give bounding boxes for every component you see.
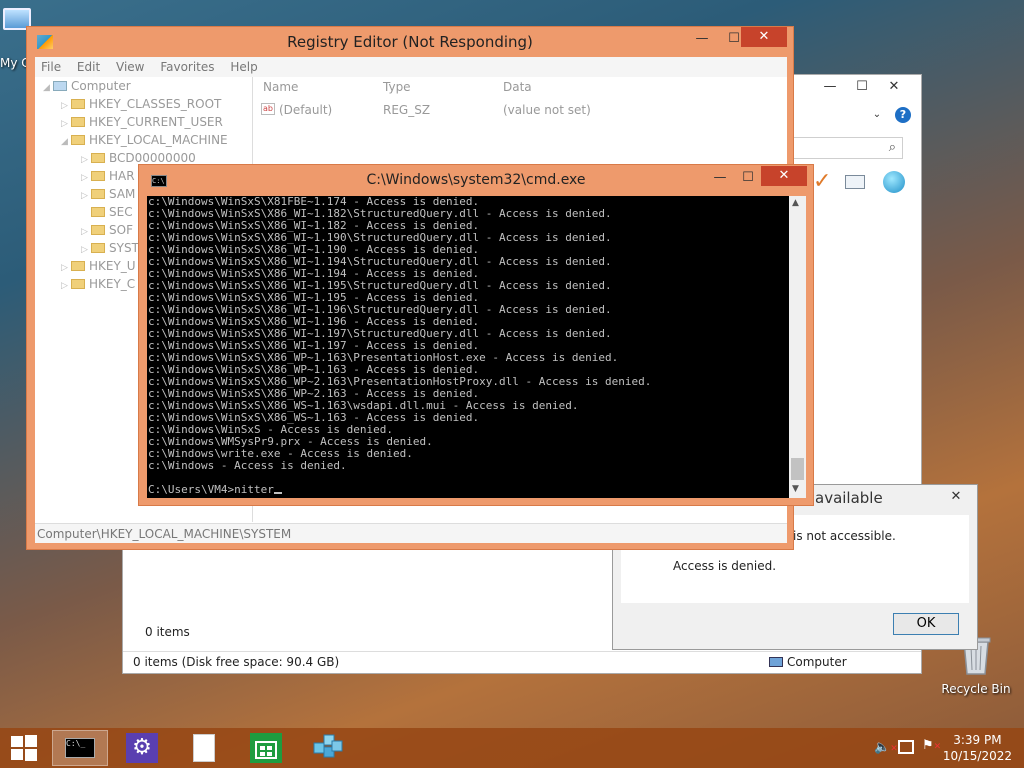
chevron-down-icon[interactable]: ⌄ bbox=[867, 105, 887, 125]
close-button[interactable]: ✕ bbox=[761, 166, 807, 186]
folder-icon bbox=[91, 189, 105, 199]
menu-edit[interactable]: Edit bbox=[71, 57, 106, 77]
menu-bar: File Edit View Favorites Help bbox=[35, 57, 787, 77]
tree-item-hkcc[interactable]: ▷ HKEY_C bbox=[61, 275, 135, 293]
computer-icon bbox=[769, 657, 783, 667]
scroll-thumb[interactable] bbox=[791, 458, 804, 480]
start-button[interactable] bbox=[0, 730, 48, 766]
regedit-title: Registry Editor (Not Responding) bbox=[287, 33, 533, 51]
volume-muted-icon[interactable]: 🔈✕ bbox=[874, 740, 898, 755]
vertical-scrollbar[interactable]: ▲ ▼ bbox=[789, 196, 806, 498]
toolbar-globe-icon[interactable] bbox=[883, 171, 905, 193]
clock-time: 3:39 PM bbox=[953, 733, 1002, 747]
ok-button[interactable]: OK bbox=[893, 613, 959, 635]
search-icon: ⌕ bbox=[888, 140, 896, 155]
document-icon bbox=[193, 734, 215, 762]
minimize-button[interactable]: — bbox=[705, 168, 735, 188]
folder-icon bbox=[91, 153, 105, 163]
menu-favorites[interactable]: Favorites bbox=[154, 57, 220, 77]
store-icon bbox=[250, 733, 282, 763]
menu-file[interactable]: File bbox=[35, 57, 67, 77]
explorer-status-bar: 0 items (Disk free space: 90.4 GB) Compu… bbox=[123, 651, 921, 673]
console-line: c:\Windows - Access is denied. bbox=[148, 459, 347, 472]
system-clock[interactable]: 3:39 PM 10/15/2022 bbox=[943, 732, 1012, 764]
scroll-down-icon[interactable]: ▼ bbox=[792, 484, 799, 494]
folder-icon bbox=[91, 225, 105, 235]
desktop-icon-label: Recycle Bin bbox=[941, 682, 1011, 696]
dialog-detail: Access is denied. bbox=[673, 559, 777, 573]
value-row[interactable]: ab (Default) REG_SZ (value not set) bbox=[261, 101, 781, 119]
maximize-button[interactable]: ☐ bbox=[847, 77, 877, 97]
tree-item-hkcu[interactable]: ▷ HKEY_CURRENT_USER bbox=[61, 113, 223, 131]
tree-item-security[interactable]: SEC bbox=[81, 203, 133, 221]
folder-icon bbox=[91, 171, 105, 181]
dialog-title: available bbox=[815, 489, 883, 507]
dialog-close-button[interactable]: ✕ bbox=[941, 487, 971, 507]
tree-item-hkcr[interactable]: ▷ HKEY_CLASSES_ROOT bbox=[61, 95, 221, 113]
taskbar: C:\_ ⚙ 🔈✕ ⚑✕ 3:39 PM 10/15/2022 bbox=[0, 728, 1024, 768]
taskbar-settings[interactable]: ⚙ bbox=[114, 730, 170, 766]
close-button[interactable]: ✕ bbox=[741, 27, 787, 47]
dialog-message: is not accessible. bbox=[793, 529, 896, 543]
expand-arrow-icon: ◢ bbox=[43, 83, 50, 93]
menu-view[interactable]: View bbox=[110, 57, 150, 77]
status-location: Computer bbox=[787, 655, 847, 669]
folder-icon bbox=[91, 243, 105, 253]
computer-icon bbox=[53, 81, 67, 91]
column-header-name[interactable]: Name bbox=[263, 80, 298, 94]
console-line: C:\Users\VM4>nitter bbox=[148, 483, 274, 496]
network-icon[interactable] bbox=[898, 740, 914, 754]
collapse-arrow-icon: ▷ bbox=[61, 281, 68, 291]
close-button[interactable]: ✕ bbox=[879, 77, 909, 97]
taskbar-notepad[interactable] bbox=[176, 730, 232, 766]
folder-icon bbox=[71, 279, 85, 289]
minimize-button[interactable]: — bbox=[687, 29, 717, 49]
tree-item-hklm[interactable]: ◢ HKEY_LOCAL_MACHINE bbox=[61, 131, 228, 149]
menu-help[interactable]: Help bbox=[224, 57, 263, 77]
toolbar-properties-icon[interactable] bbox=[845, 175, 865, 189]
items-count: 0 items bbox=[145, 625, 190, 639]
maximize-button[interactable]: ☐ bbox=[733, 168, 763, 188]
clock-date: 10/15/2022 bbox=[942, 749, 1012, 763]
taskbar-store[interactable] bbox=[238, 730, 294, 766]
folder-icon bbox=[71, 261, 85, 271]
regedit-titlebar[interactable]: Registry Editor (Not Responding) — ☐ ✕ bbox=[27, 27, 793, 57]
folder-icon bbox=[91, 207, 105, 217]
cmd-icon: C:\_ bbox=[65, 738, 95, 758]
tree-item-software[interactable]: ▷ SOF bbox=[81, 221, 133, 239]
folder-icon bbox=[71, 117, 85, 127]
string-value-icon: ab bbox=[261, 103, 275, 115]
tree-item-hardware[interactable]: ▷ HAR bbox=[81, 167, 135, 185]
cmd-window: C:\ C:\Windows\system32\cmd.exe — ☐ ✕ c:… bbox=[138, 164, 814, 506]
taskbar-cmd[interactable]: C:\_ bbox=[52, 730, 108, 766]
windows-logo-icon bbox=[11, 735, 37, 761]
taskbar-regedit[interactable] bbox=[300, 730, 356, 766]
text-cursor bbox=[273, 492, 282, 494]
action-center-icon[interactable]: ⚑✕ bbox=[922, 738, 941, 753]
scroll-up-icon[interactable]: ▲ bbox=[792, 198, 799, 208]
help-icon[interactable]: ? bbox=[893, 105, 913, 125]
regedit-status-bar: Computer\HKEY_LOCAL_MACHINE\SYSTEM bbox=[35, 523, 787, 543]
console-output[interactable]: c:\Windows\WinSxS\X81FBE~1.174 - Access … bbox=[147, 196, 789, 498]
folder-icon bbox=[71, 99, 85, 109]
expand-arrow-icon: ◢ bbox=[61, 137, 68, 147]
console-text: c:\Windows\WinSxS\X81FBE~1.174 - Access … bbox=[147, 196, 789, 496]
tree-item-hku[interactable]: ▷ HKEY_U bbox=[61, 257, 136, 275]
tree-item-sam[interactable]: ▷ SAM bbox=[81, 185, 135, 203]
cmd-titlebar[interactable]: C:\ C:\Windows\system32\cmd.exe — ☐ ✕ bbox=[139, 165, 813, 195]
gear-icon: ⚙ bbox=[126, 733, 158, 763]
regedit-icon bbox=[313, 734, 343, 758]
column-header-type[interactable]: Type bbox=[383, 80, 411, 94]
minimize-button[interactable]: — bbox=[815, 77, 845, 97]
toolbar-checkmark-icon[interactable]: ✓ bbox=[813, 169, 831, 194]
column-header-data[interactable]: Data bbox=[503, 80, 532, 94]
tree-item-system[interactable]: ▷ SYST bbox=[81, 239, 139, 257]
folder-icon bbox=[71, 135, 85, 145]
status-text: 0 items (Disk free space: 90.4 GB) bbox=[133, 655, 340, 669]
tree-item-computer[interactable]: ◢ Computer bbox=[43, 77, 131, 95]
search-input[interactable]: ⌕ bbox=[791, 137, 903, 159]
